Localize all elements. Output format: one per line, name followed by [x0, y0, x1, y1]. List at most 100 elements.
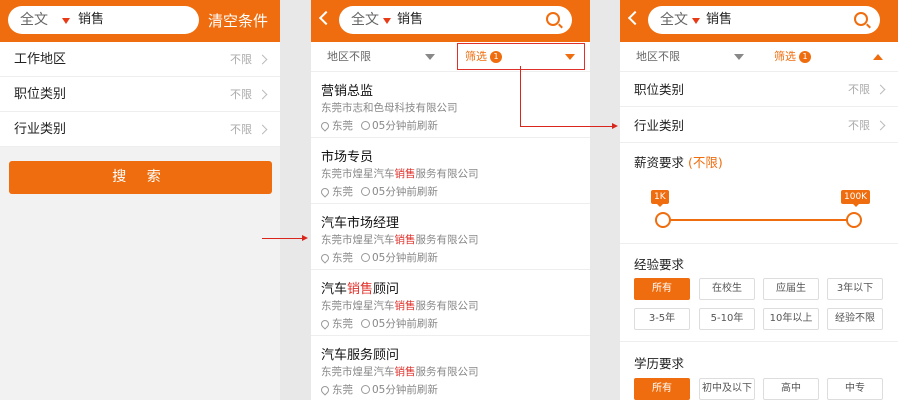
row-value: 不限 — [848, 83, 870, 96]
row-label: 职位类别 — [634, 82, 685, 97]
search-icon[interactable] — [546, 12, 560, 26]
clock-icon — [361, 121, 370, 130]
filter-label: 筛选 — [774, 50, 796, 63]
location-pin-icon — [319, 384, 331, 396]
results-panel: 全文 销售 地区不限 筛选 1 营销总监 东莞市志和色母科技有限公司 东莞 05分钟… — [311, 0, 590, 400]
location-pin-icon — [319, 318, 331, 330]
experience-option[interactable]: 10年以上 — [763, 308, 819, 330]
job-list-item[interactable]: 汽车市场经理 东莞市煌星汽车销售服务有限公司 东莞 05分钟前刷新 — [311, 204, 590, 270]
company-name: 东莞市志和色母科技有限公司 — [321, 102, 458, 114]
salary-min-handle[interactable] — [655, 212, 671, 228]
row-label: 行业类别 — [14, 122, 67, 137]
search-conditions-panel: 全文 销售 清空条件 工作地区 不限 职位类别 不限 行业类别 不限 搜 索 — [0, 0, 280, 400]
company-name: 东莞市煌星汽车销售服务有限公司 — [321, 300, 479, 312]
job-meta: 东莞 05分钟前刷新 — [319, 316, 438, 331]
filter-count-badge: 1 — [799, 51, 811, 63]
clock-icon — [361, 319, 370, 328]
experience-option[interactable]: 5-10年 — [699, 308, 755, 330]
search-input[interactable]: 销售 — [706, 6, 732, 34]
back-arrow-icon[interactable] — [627, 10, 643, 26]
region-dropdown-icon[interactable] — [425, 54, 435, 60]
annotation-arrow — [520, 126, 612, 127]
clock-icon — [361, 187, 370, 196]
salary-range-track[interactable] — [662, 219, 854, 221]
search-scope-select[interactable]: 全文 — [660, 6, 688, 34]
filter-bar: 地区不限 筛选 1 — [311, 42, 590, 72]
job-list-item[interactable]: 汽车销售顾问 东莞市煌星汽车销售服务有限公司 东莞 05分钟前刷新 — [311, 270, 590, 336]
filter-button[interactable]: 筛选 1 — [774, 42, 811, 72]
chevron-right-icon — [257, 89, 268, 100]
job-meta: 东莞 05分钟前刷新 — [319, 250, 438, 265]
experience-option[interactable]: 应届生 — [763, 278, 819, 300]
scope-dropdown-icon[interactable] — [62, 18, 70, 24]
experience-option[interactable]: 3年以下 — [827, 278, 883, 300]
experience-option[interactable]: 所有 — [634, 278, 690, 300]
region-dropdown-icon[interactable] — [734, 54, 744, 60]
header-bar: 全文 销售 — [311, 0, 590, 42]
education-section-title: 学历要求 — [634, 356, 685, 371]
annotation-arrow — [262, 238, 302, 239]
job-title: 汽车服务顾问 — [321, 348, 400, 363]
scope-dropdown-icon[interactable] — [692, 18, 700, 24]
search-box[interactable]: 全文 销售 — [339, 6, 572, 34]
education-option[interactable]: 中专 — [827, 378, 883, 400]
job-title: 市场专员 — [321, 150, 374, 165]
search-icon[interactable] — [854, 12, 868, 26]
location-pin-icon — [319, 252, 331, 264]
filter-collapse-icon[interactable] — [873, 54, 883, 60]
scope-dropdown-icon[interactable] — [383, 18, 391, 24]
industry-category-row[interactable]: 行业类别 不限 — [620, 108, 898, 143]
annotation-arrow — [520, 66, 521, 126]
education-option[interactable]: 初中及以下 — [699, 378, 755, 400]
job-meta: 东莞 05分钟前刷新 — [319, 118, 438, 133]
back-arrow-icon[interactable] — [318, 10, 334, 26]
location-pin-icon — [319, 120, 331, 132]
region-filter[interactable]: 地区不限 — [327, 42, 371, 72]
search-button[interactable]: 搜 索 — [9, 161, 272, 194]
salary-max-handle[interactable] — [846, 212, 862, 228]
region-filter[interactable]: 地区不限 — [636, 42, 680, 72]
experience-option[interactable]: 经验不限 — [827, 308, 883, 330]
job-list-item[interactable]: 汽车服务顾问 东莞市煌星汽车销售服务有限公司 东莞 05分钟前刷新 — [311, 336, 590, 400]
industry-category-row[interactable]: 行业类别 不限 — [0, 112, 280, 147]
education-option[interactable]: 高中 — [763, 378, 819, 400]
chevron-right-icon — [257, 124, 268, 135]
experience-option[interactable]: 3-5年 — [634, 308, 690, 330]
filter-panel: 全文 销售 地区不限 筛选 1 职位类别 不限 行业类别 不限 薪资要求 (不限)… — [620, 0, 898, 400]
row-value: 不限 — [230, 123, 252, 136]
search-box[interactable]: 全文 销售 — [648, 6, 880, 34]
education-option[interactable]: 所有 — [634, 378, 690, 400]
search-scope-select[interactable]: 全文 — [20, 6, 48, 34]
job-title: 汽车市场经理 — [321, 216, 400, 231]
job-title: 汽车销售顾问 — [321, 282, 400, 297]
row-label: 工作地区 — [14, 52, 67, 67]
divider — [620, 341, 898, 342]
job-category-row[interactable]: 职位类别 不限 — [0, 77, 280, 112]
experience-section-title: 经验要求 — [634, 257, 685, 272]
row-value: 不限 — [230, 88, 252, 101]
job-meta: 东莞 05分钟前刷新 — [319, 184, 438, 199]
company-name: 东莞市煌星汽车销售服务有限公司 — [321, 234, 479, 246]
work-region-row[interactable]: 工作地区 不限 — [0, 42, 280, 77]
header-bar: 全文 销售 — [620, 0, 898, 42]
salary-section-title: 薪资要求 (不限) — [634, 155, 723, 170]
job-list-item[interactable]: 营销总监 东莞市志和色母科技有限公司 东莞 05分钟前刷新 — [311, 72, 590, 138]
job-list-item[interactable]: 市场专员 东莞市煌星汽车销售服务有限公司 东莞 05分钟前刷新 — [311, 138, 590, 204]
job-category-row[interactable]: 职位类别 不限 — [620, 72, 898, 107]
job-title: 营销总监 — [321, 84, 374, 99]
search-input[interactable]: 销售 — [397, 6, 423, 34]
chevron-right-icon — [875, 120, 886, 131]
chevron-right-icon — [875, 84, 886, 95]
clock-icon — [361, 253, 370, 262]
divider — [620, 243, 898, 244]
search-box[interactable]: 全文 销售 — [8, 6, 199, 34]
chevron-right-icon — [257, 54, 268, 65]
experience-option[interactable]: 在校生 — [699, 278, 755, 300]
clear-conditions-button[interactable]: 清空条件 — [208, 0, 268, 42]
annotation-highlight-box — [457, 43, 585, 70]
company-name: 东莞市煌星汽车销售服务有限公司 — [321, 168, 479, 180]
filter-bar: 地区不限 筛选 1 — [620, 42, 898, 72]
row-value: 不限 — [848, 119, 870, 132]
search-scope-select[interactable]: 全文 — [351, 6, 379, 34]
search-input[interactable]: 销售 — [78, 6, 104, 34]
